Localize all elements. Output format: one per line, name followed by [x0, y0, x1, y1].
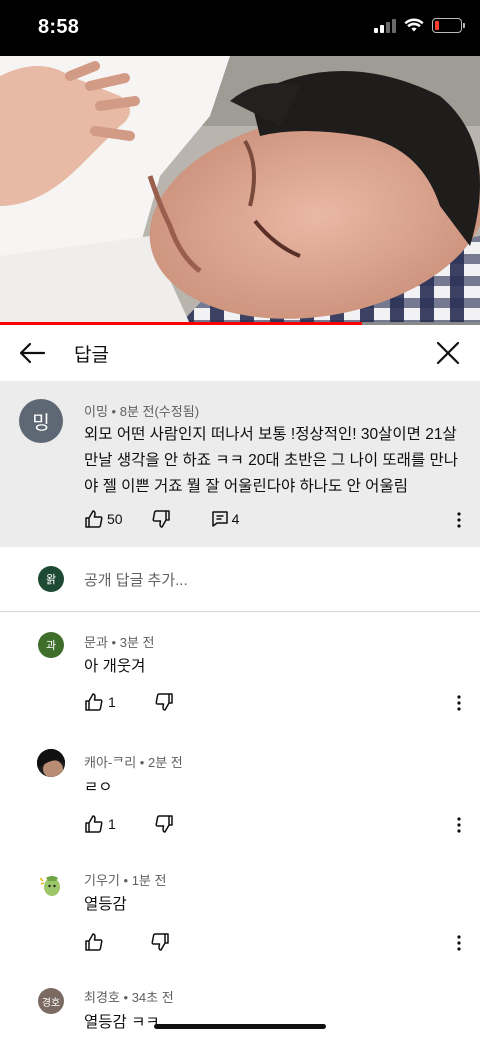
reply-item: 과 문과 • 3분 전 아 개웃겨 1 — [0, 612, 480, 734]
comment-text: 열등감 ㅋㅋ — [84, 1014, 160, 1031]
avatar: 왉 — [38, 566, 64, 592]
meta-separator: • — [111, 404, 120, 419]
avatar[interactable]: 밍 — [19, 399, 63, 443]
avatar[interactable]: 과 — [38, 632, 64, 658]
battery-icon — [432, 18, 465, 33]
comment-author[interactable]: 기우기 — [84, 873, 120, 888]
home-indicator[interactable] — [154, 1024, 326, 1029]
comment-text: 외모 어떤 사람인지 떠나서 보통 !정상적인! 30살이면 21살 만날 생각… — [84, 426, 459, 495]
meta-separator: • — [123, 873, 132, 888]
comment-time: 2분 전 — [147, 755, 183, 770]
meta-separator: • — [139, 755, 148, 770]
battery-level — [435, 21, 439, 30]
more-vertical-icon[interactable] — [456, 934, 462, 952]
avatar-character-image — [39, 876, 60, 896]
parent-comment: 밍 이밍 • 8분 전(수정됨) 외모 어떤 사람인지 떠나서 보통 !정상적인… — [0, 381, 480, 547]
cellular-signal-icon — [374, 18, 396, 33]
add-reply-input[interactable]: 공개 답글 추가... — [84, 569, 188, 590]
avatar[interactable] — [37, 749, 65, 777]
thumbs-down-icon[interactable] — [151, 509, 171, 529]
avatar[interactable] — [38, 872, 64, 898]
comment-time: 3분 전 — [119, 635, 155, 650]
avatar[interactable]: 경호 — [38, 988, 64, 1014]
close-icon[interactable] — [434, 339, 462, 367]
comment-icon[interactable] — [210, 509, 230, 529]
comment-actions: 1 — [84, 692, 174, 712]
comment-actions: 1 — [84, 814, 174, 834]
comment-meta: 최경호 • 34초 전 — [84, 987, 174, 1006]
comment-meta: 문과 • 3분 전 — [84, 632, 154, 651]
thumbs-down-icon[interactable] — [154, 814, 174, 834]
meta-separator: • — [111, 635, 120, 650]
comment-meta: 캐아-ᄏ리 • 2분 전 — [84, 752, 183, 771]
status-icons — [374, 18, 465, 33]
thumbs-up-icon[interactable] — [84, 509, 104, 529]
comment-actions — [84, 932, 170, 952]
status-bar: 8:58 — [0, 0, 480, 56]
replies-header: 답글 — [0, 325, 480, 381]
avatar-photo — [37, 749, 65, 777]
more-vertical-icon[interactable] — [456, 694, 462, 712]
wifi-icon — [404, 18, 424, 32]
status-time: 8:58 — [38, 16, 80, 38]
arrow-left-icon[interactable] — [16, 339, 48, 367]
thumbs-down-icon[interactable] — [154, 692, 174, 712]
comment-time: 1분 전 — [131, 873, 167, 888]
thumbs-up-icon[interactable] — [84, 814, 104, 834]
thumbs-up-icon[interactable] — [84, 932, 104, 952]
add-reply-row[interactable]: 왉 공개 답글 추가... — [0, 547, 480, 612]
comment-author[interactable]: 최경호 — [84, 990, 120, 1005]
comment-meta: 기우기 • 1분 전 — [84, 870, 166, 889]
thumbs-up-icon[interactable] — [84, 692, 104, 712]
like-count: 1 — [108, 816, 116, 832]
meta-separator: • — [123, 990, 132, 1005]
reply-count: 4 — [231, 511, 240, 527]
comment-author[interactable]: 캐아-ᄏ리 — [84, 755, 136, 770]
video-player[interactable] — [0, 56, 480, 324]
comment-text: 열등감 — [84, 896, 127, 913]
thumbs-down-icon[interactable] — [150, 932, 170, 952]
like-count: 50 — [107, 511, 123, 527]
comment-time: 8분 전(수정됨) — [119, 404, 200, 419]
comment-actions: 50 4 — [84, 509, 239, 529]
comment-text: ㄹㅇ — [84, 779, 113, 796]
reply-item: 기우기 • 1분 전 열등감 — [0, 856, 480, 974]
more-vertical-icon[interactable] — [456, 511, 462, 529]
page-title: 답글 — [74, 345, 109, 366]
reply-item: 경호 최경호 • 34초 전 열등감 ㅋㅋ — [0, 974, 480, 1039]
comment-author[interactable]: 문과 — [84, 635, 108, 650]
comment-time: 34초 전 — [131, 990, 174, 1005]
reply-item: 캐아-ᄏ리 • 2분 전 ㄹㅇ 1 — [0, 734, 480, 856]
comment-meta: 이밍 • 8분 전(수정됨) — [84, 401, 199, 420]
comment-text: 아 개웃겨 — [84, 658, 146, 675]
more-vertical-icon[interactable] — [456, 816, 462, 834]
like-count: 1 — [108, 694, 116, 710]
video-frame-image — [0, 56, 480, 324]
comment-author[interactable]: 이밍 — [84, 404, 108, 419]
